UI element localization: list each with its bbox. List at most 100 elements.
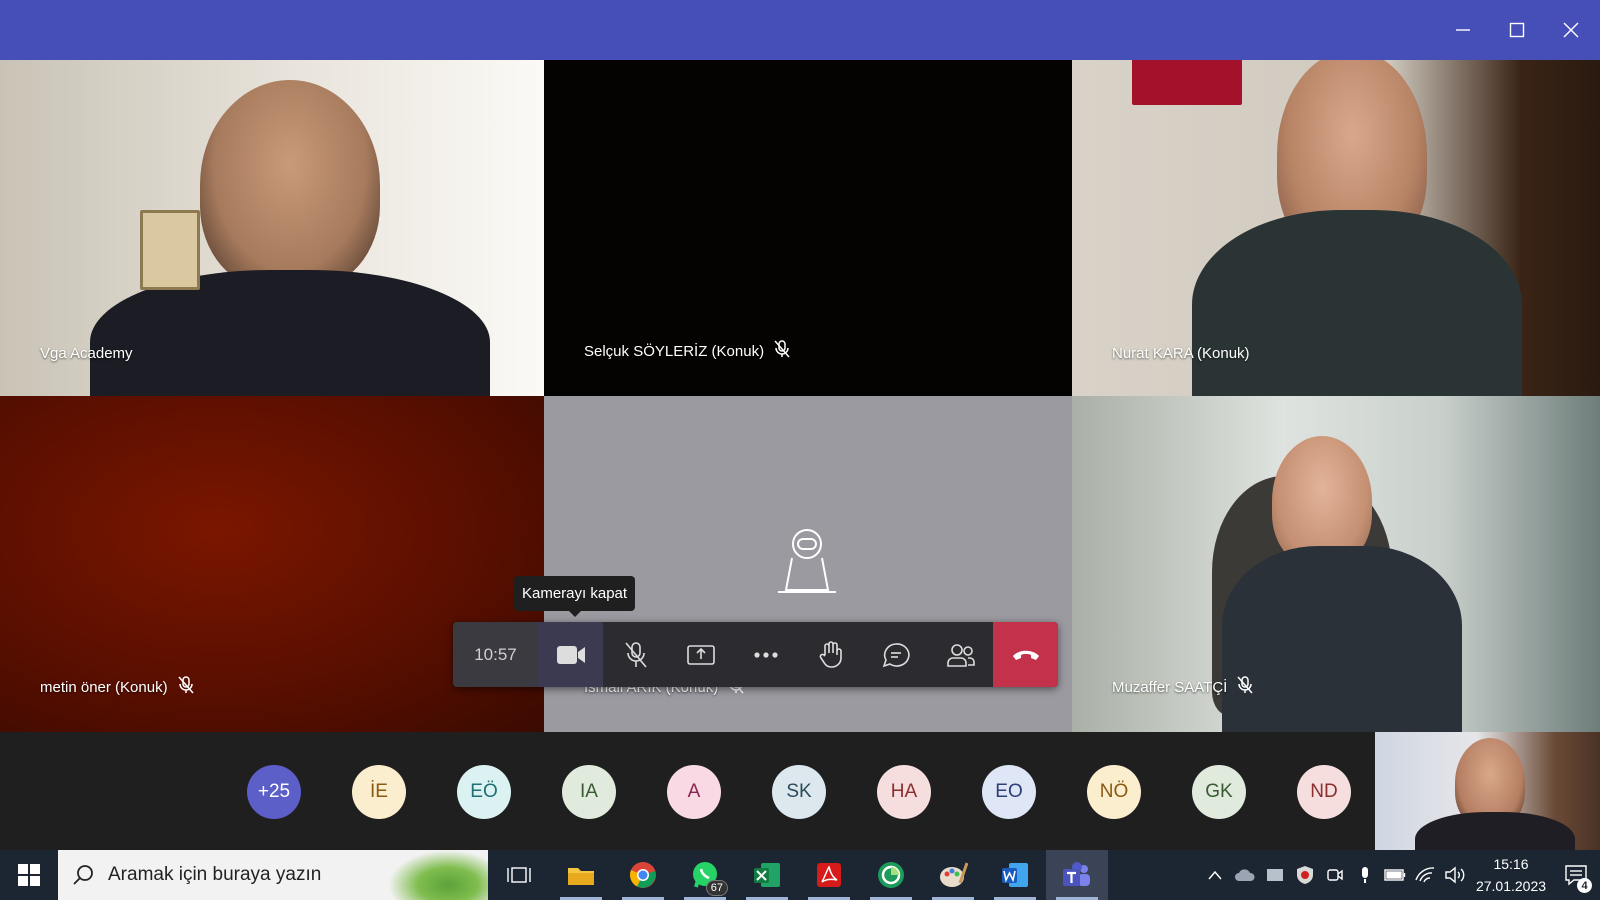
battery-icon	[1384, 869, 1406, 881]
participant-video	[200, 80, 380, 290]
paint-icon	[940, 862, 968, 887]
wall-frame	[140, 210, 200, 290]
taskbar-paint[interactable]	[922, 850, 984, 900]
volume-icon	[1445, 866, 1465, 884]
participant-avatar[interactable]: İE	[352, 765, 406, 819]
shield-icon	[1297, 866, 1313, 884]
maximize-icon	[1509, 22, 1525, 38]
folder-icon	[568, 868, 594, 885]
participants-icon	[946, 643, 975, 667]
search-highlight-image	[388, 850, 488, 900]
search-icon	[73, 865, 93, 885]
self-view-video[interactable]	[1375, 732, 1600, 850]
camera-tooltip: Kamerayı kapat	[514, 576, 636, 617]
share-screen-button[interactable]	[668, 622, 733, 687]
participant-video	[1192, 210, 1522, 396]
taskbar-file-explorer[interactable]	[550, 850, 612, 900]
meeting-controls: 10:57	[453, 622, 1058, 687]
teams-icon	[1063, 862, 1090, 886]
participant-name: Muzaffer SAATÇİ	[1112, 676, 1253, 698]
clock-time: 15:16	[1493, 856, 1529, 872]
taskbar: Aramak için buraya yazın 67 15:16 27.01.…	[0, 850, 1600, 900]
notification-count-badge: 4	[1577, 878, 1592, 893]
taskbar-teams[interactable]	[1046, 850, 1108, 900]
onedrive-button[interactable]	[1230, 850, 1260, 900]
chat-icon	[882, 642, 910, 667]
unread-badge: 67	[705, 880, 728, 896]
notification-center-button[interactable]: 4	[1552, 850, 1600, 900]
minimize-button[interactable]	[1440, 10, 1486, 50]
participant-avatar[interactable]: EÖ	[457, 765, 511, 819]
microphone-button[interactable]	[1350, 850, 1380, 900]
hang-up-button[interactable]	[993, 622, 1058, 687]
wifi-icon	[1415, 867, 1435, 883]
participant-avatar[interactable]: GK	[1192, 765, 1246, 819]
start-button[interactable]	[0, 850, 58, 900]
mic-off-icon	[774, 340, 790, 362]
taskbar-word[interactable]	[984, 850, 1046, 900]
participant-avatar[interactable]: ND	[1297, 765, 1351, 819]
participant-avatar[interactable]: EO	[982, 765, 1036, 819]
chevron-up-icon	[1208, 870, 1222, 880]
security-button[interactable]	[1290, 850, 1320, 900]
participant-avatar[interactable]: SK	[772, 765, 826, 819]
taskbar-clock[interactable]: 15:16 27.01.2023	[1470, 853, 1552, 897]
meet-now-icon	[1327, 869, 1343, 881]
task-view-button[interactable]	[488, 850, 550, 900]
more-icon	[753, 651, 778, 658]
storage-button[interactable]	[1260, 850, 1290, 900]
excel-icon	[754, 863, 780, 887]
call-timer: 10:57	[453, 622, 538, 687]
meet-now-button[interactable]	[1320, 850, 1350, 900]
participants-button[interactable]	[928, 622, 993, 687]
taskbar-chrome[interactable]	[612, 850, 674, 900]
taskbar-excel[interactable]	[736, 850, 798, 900]
close-icon	[1563, 22, 1579, 38]
participant-name: Nurat KARA (Konuk)	[1112, 345, 1250, 362]
minimize-icon	[1456, 29, 1470, 31]
camera-icon	[556, 645, 585, 664]
show-hidden-icons-button[interactable]	[1200, 850, 1230, 900]
microphone-icon	[1362, 867, 1368, 883]
task-view-icon	[507, 867, 531, 883]
chat-button[interactable]	[863, 622, 928, 687]
video-tile[interactable]: Selçuk SÖYLERİZ (Konuk)	[544, 60, 1072, 396]
more-participants-avatar[interactable]: +25	[247, 765, 301, 819]
video-tile[interactable]: Nurat KARA (Konuk)	[1072, 60, 1600, 396]
taskbar-whatsapp[interactable]: 67	[674, 850, 736, 900]
participant-avatar[interactable]: NÖ	[1087, 765, 1141, 819]
video-tile[interactable]: Vga Academy	[0, 60, 544, 396]
participant-strip: +25 İE EÖ IA A SK HA EO NÖ GK ND	[0, 732, 1600, 850]
taskbar-search-box[interactable]: Aramak için buraya yazın	[58, 850, 488, 900]
chrome-icon	[630, 862, 656, 888]
participant-avatar[interactable]: HA	[877, 765, 931, 819]
volume-button[interactable]	[1440, 850, 1470, 900]
acrobat-icon	[817, 863, 841, 887]
drive-icon	[1267, 869, 1283, 881]
system-tray: 15:16 27.01.2023 4	[1200, 850, 1600, 900]
participant-name: Vga Academy	[40, 345, 133, 362]
raise-hand-icon	[819, 640, 842, 668]
mic-button[interactable]	[603, 622, 668, 687]
participant-avatar[interactable]: A	[667, 765, 721, 819]
mic-off-icon	[1237, 676, 1253, 698]
participant-video	[1415, 812, 1575, 850]
mic-off-icon	[624, 641, 647, 668]
word-icon	[1002, 863, 1028, 887]
participant-avatar[interactable]: IA	[562, 765, 616, 819]
wifi-button[interactable]	[1410, 850, 1440, 900]
video-tile[interactable]: Muzaffer SAATÇİ	[1072, 396, 1600, 732]
raise-hand-button[interactable]	[798, 622, 863, 687]
camera-button[interactable]	[538, 622, 603, 687]
more-options-button[interactable]	[733, 622, 798, 687]
share-screen-icon	[686, 644, 715, 665]
close-button[interactable]	[1548, 10, 1594, 50]
battery-button[interactable]	[1380, 850, 1410, 900]
camera-off-icon	[772, 526, 842, 601]
taskbar-app-green[interactable]	[860, 850, 922, 900]
app-icon	[878, 862, 904, 888]
taskbar-acrobat[interactable]	[798, 850, 860, 900]
maximize-button[interactable]	[1494, 10, 1540, 50]
wall-poster	[1132, 60, 1242, 105]
search-placeholder: Aramak için buraya yazın	[108, 864, 322, 885]
